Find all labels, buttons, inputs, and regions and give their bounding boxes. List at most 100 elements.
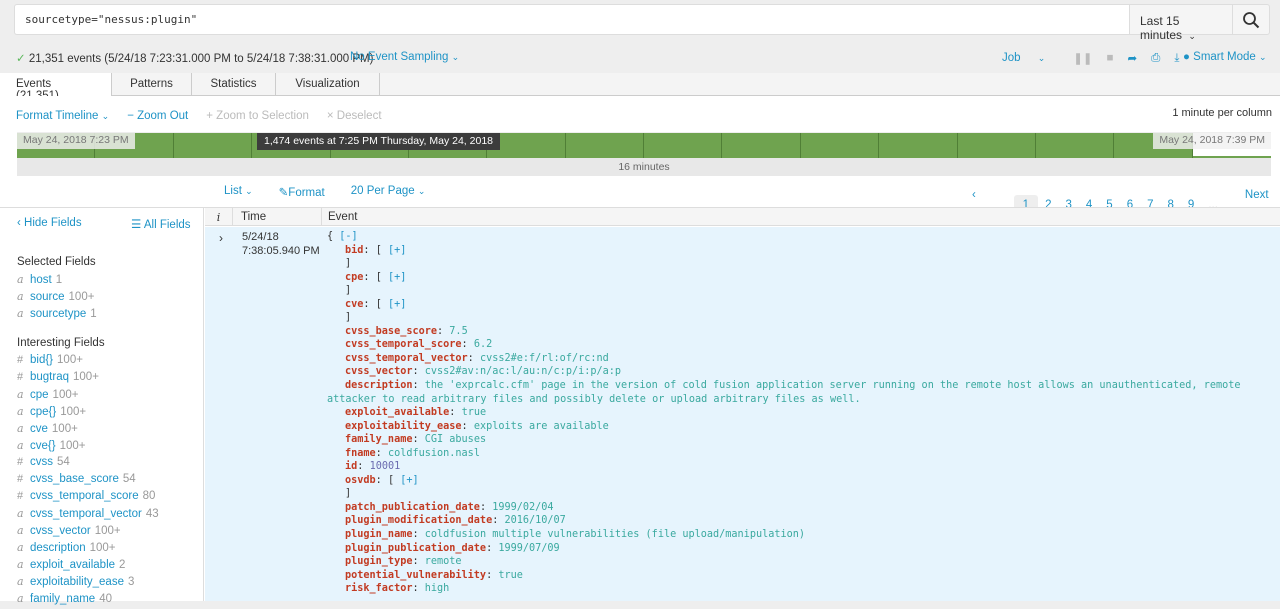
json-value[interactable]: 1999/07/09 [498,543,559,554]
timeline-bar[interactable] [957,133,1036,159]
all-fields-button[interactable]: ☰ All Fields [131,217,191,231]
field-name[interactable]: cvss_temporal_score [30,490,139,502]
json-value[interactable]: 2016/10/07 [504,515,565,526]
expand-toggle[interactable]: [+] [388,245,406,256]
expand-toggle[interactable]: [+] [388,299,406,310]
deselect-button[interactable]: × Deselect [327,110,382,122]
string-field-icon: a [17,405,24,418]
json-value[interactable]: cvss2#e:f/rl:of/rc:nd [480,353,609,364]
timeline-bar[interactable] [173,133,253,159]
json-array-close: ] [345,488,352,500]
field-name[interactable]: bid{} [30,354,53,366]
tab-patterns[interactable]: Patterns [112,73,192,96]
timeline-bar[interactable] [722,133,801,159]
json-value[interactable]: CGI abuses [425,434,486,445]
field-name[interactable]: cpe [30,389,49,401]
json-field-cvss_base_score: cvss_base_score: 7.5 [345,325,468,337]
format-button[interactable]: ✎Format [279,185,325,199]
per-page-dropdown[interactable]: 20 Per Page ⌄ [351,185,426,199]
results-tabs: Events (21,351) Patterns Statistics Visu… [0,73,1280,102]
field-name[interactable]: cvss_temporal_vector [30,508,142,520]
field-item-cvss[interactable]: # cvss 54 [17,456,159,473]
field-name[interactable]: cvss_base_score [30,473,119,485]
field-item-cpe[interactable]: a cpe 100+ [17,388,159,405]
field-name[interactable]: description [30,542,86,554]
export-icon[interactable]: ⤓ [1174,52,1179,65]
event-sampling-dropdown[interactable]: No Event Sampling ⌄ [350,51,459,63]
json-value[interactable]: remote [425,556,462,567]
field-item-exploit_available[interactable]: a exploit_available 2 [17,558,159,575]
field-name[interactable]: cpe{} [30,406,56,418]
timeline-chart[interactable]: May 24, 2018 7:23 PM May 24, 2018 7:39 P… [17,132,1271,159]
search-input[interactable]: sourcetype="nessus:plugin" [14,4,1130,35]
field-item-cvss_temporal_vector[interactable]: a cvss_temporal_vector 43 [17,507,159,524]
share-icon[interactable]: ➦ [1128,51,1138,65]
timeline-bar[interactable] [800,133,880,159]
json-value[interactable]: cvss2#av:n/ac:l/au:n/c:p/i:p/a:p [425,366,621,377]
hide-fields-button[interactable]: ‹ Hide Fields [17,217,82,229]
collapse-toggle[interactable]: [-] [339,231,357,242]
json-value[interactable]: high [425,583,450,594]
field-item-bugtraq[interactable]: # bugtraq 100+ [17,371,159,388]
json-value[interactable]: coldfusion.nasl [388,448,480,459]
json-value[interactable]: true [462,407,487,418]
json-field-cpe: cpe: [ [+] [345,271,407,283]
field-name[interactable]: cve [30,423,48,435]
field-name[interactable]: cve{} [30,440,56,452]
field-item-cve[interactable]: a cve 100+ [17,422,159,439]
format-timeline-button[interactable]: Format Timeline ⌄ [16,110,109,122]
field-name[interactable]: cvss_vector [30,525,91,537]
field-name[interactable]: exploit_available [30,559,115,571]
timeline-bar[interactable] [644,133,723,159]
tab-events[interactable]: Events (21,351) [0,73,112,102]
time-range-picker[interactable]: Last 15 minutes ⌄ [1129,4,1233,42]
field-item-source[interactable]: a source 100+ [17,290,97,307]
field-item-bid[interactable]: # bid{} 100+ [17,354,159,371]
list-view-dropdown[interactable]: List ⌄ [224,185,253,199]
field-item-description[interactable]: a description 100+ [17,541,159,558]
json-value[interactable]: 1999/02/04 [492,502,553,513]
search-mode-dropdown[interactable]: ● Smart Mode ⌄ [1183,51,1267,63]
json-value[interactable]: 7.5 [449,326,467,337]
field-item-cvss_vector[interactable]: a cvss_vector 100+ [17,524,159,541]
field-item-cvss_base_score[interactable]: # cvss_base_score 54 [17,473,159,490]
field-item-cvss_temporal_score[interactable]: # cvss_temporal_score 80 [17,490,159,507]
field-name[interactable]: cvss [30,456,53,468]
json-value[interactable]: 10001 [370,461,401,472]
json-value[interactable]: 6.2 [474,339,492,350]
field-name[interactable]: exploitability_ease [30,576,124,588]
json-value[interactable]: coldfusion multiple vulnerabilities (fil… [425,529,805,540]
field-name[interactable]: source [30,291,65,303]
expand-toggle[interactable]: [+] [388,272,406,283]
column-header-time[interactable]: Time [233,208,322,226]
json-value[interactable]: true [498,570,523,581]
tab-statistics[interactable]: Statistics [192,73,276,96]
print-icon[interactable]: ⎙ [1151,52,1160,65]
field-item-exploitability_ease[interactable]: a exploitability_ease 3 [17,575,159,592]
json-value[interactable]: exploits are available [474,421,609,432]
zoom-out-button[interactable]: − Zoom Out [127,110,188,122]
zoom-to-selection-button[interactable]: + Zoom to Selection [206,110,309,122]
field-item-sourcetype[interactable]: a sourcetype 1 [17,307,97,324]
job-menu[interactable]: Job ⌄ [1002,52,1059,64]
field-name[interactable]: bugtraq [30,371,69,383]
expand-toggle[interactable]: [+] [400,475,418,486]
field-item-cve[interactable]: a cve{} 100+ [17,439,159,456]
pause-icon[interactable]: ❚❚ [1073,51,1092,65]
expand-row-icon[interactable]: › [219,231,223,245]
field-name[interactable]: host [30,274,52,286]
search-button[interactable] [1232,4,1270,35]
timeline-bar[interactable] [879,133,958,159]
json-field-plugin_modification_date: plugin_modification_date: 2016/10/07 [345,515,566,527]
field-item-host[interactable]: a host 1 [17,273,97,290]
timeline-bar[interactable] [1035,133,1115,159]
string-field-icon: a [17,575,24,588]
tab-visualization[interactable]: Visualization [276,73,380,96]
field-name[interactable]: family_name [30,593,95,605]
field-name[interactable]: sourcetype [30,308,86,320]
field-item-cpe[interactable]: a cpe{} 100+ [17,405,159,422]
stop-icon[interactable]: ■ [1107,52,1114,64]
chevron-down-icon: ⌄ [1037,53,1046,63]
timeline-bar[interactable] [565,133,644,159]
json-value[interactable]: the 'exprcalc.cfm' page in the version o… [327,380,1247,405]
